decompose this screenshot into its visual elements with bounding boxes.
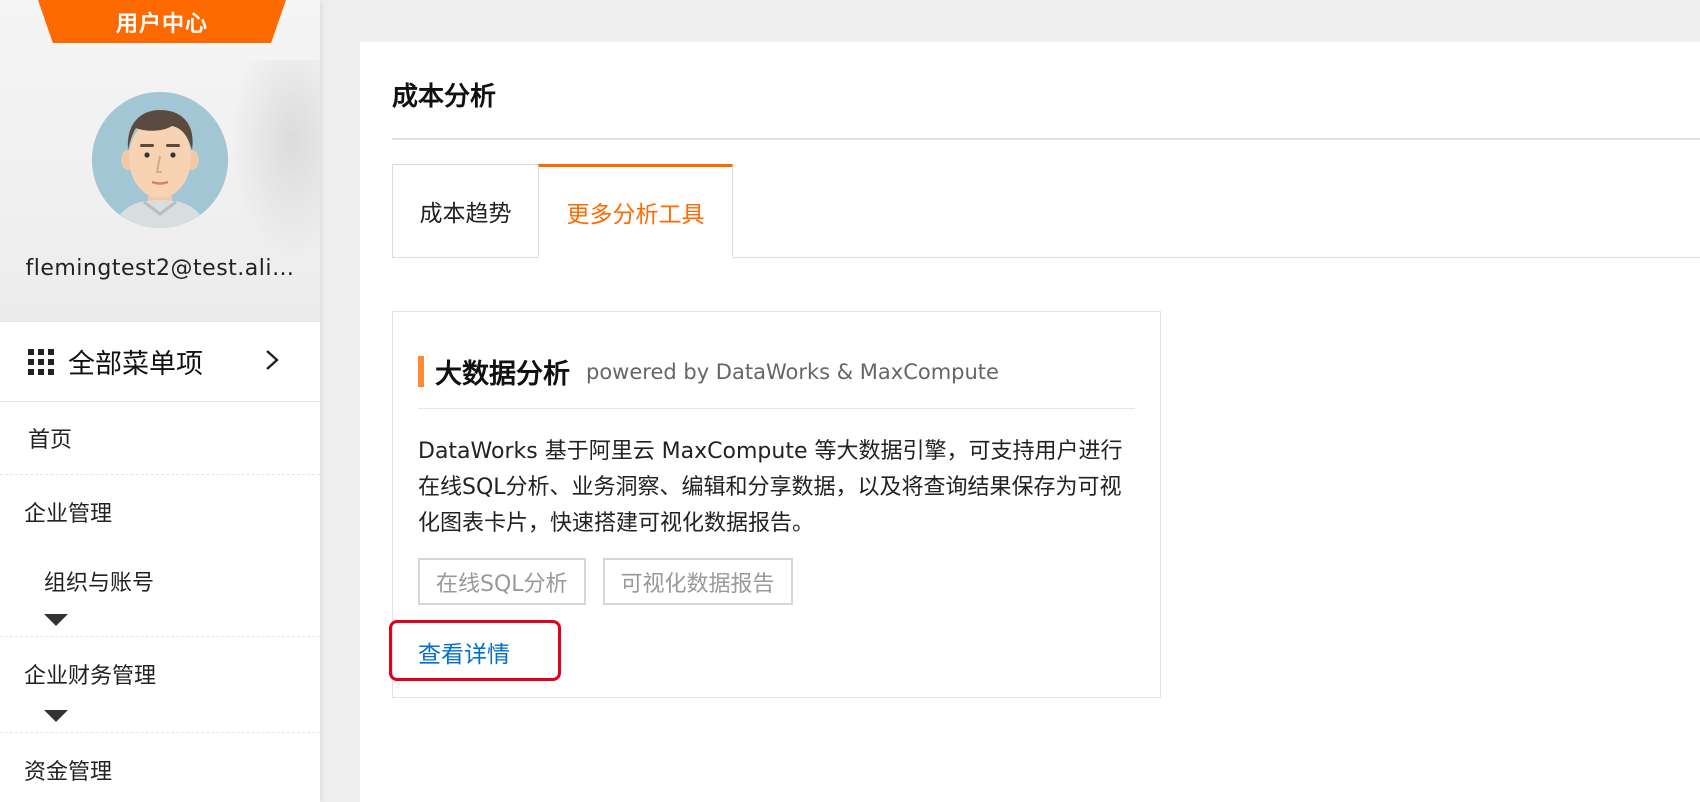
page-title: 成本分析	[392, 82, 497, 112]
user-email: flemingtest2@test.ali…	[25, 256, 295, 281]
all-menu-label: 全部菜单项	[68, 349, 203, 380]
card-title: 大数据分析	[435, 359, 570, 390]
sidebar-item-home[interactable]: 首页	[0, 402, 320, 475]
all-menu-toggle[interactable]: 全部菜单项	[0, 322, 320, 402]
app-root: 用户中心 flemingtest2@test.ali… 全部菜单项 首页 企业管…	[0, 0, 1700, 802]
user-profile: 用户中心 flemingtest2@test.ali…	[0, 0, 320, 322]
sidebar-item-org-accounts[interactable]: 组织与账号	[0, 548, 320, 614]
tab-more-analysis-tools[interactable]: 更多分析工具	[538, 164, 733, 258]
sidebar-item-funds-management[interactable]: 资金管理	[0, 733, 320, 802]
tab-cost-trend[interactable]: 成本趋势	[392, 164, 539, 258]
view-details-link[interactable]: 查看详情	[418, 635, 510, 669]
sidebar: 用户中心 flemingtest2@test.ali… 全部菜单项 首页 企业管…	[0, 0, 320, 802]
caret-down-icon[interactable]	[44, 710, 68, 722]
tab-bar: 成本趋势 更多分析工具	[392, 164, 1700, 259]
sidebar-group-enterprise: 企业管理 组织与账号	[0, 475, 320, 637]
avatar-illustration	[92, 92, 228, 228]
user-center-tab[interactable]: 用户中心	[38, 0, 286, 43]
main-panel: 成本分析 成本趋势 更多分析工具 大数据分析 powered by DataWo…	[360, 42, 1700, 802]
tag-visual-data-report[interactable]: 可视化数据报告	[602, 558, 793, 605]
card-header: 大数据分析 powered by DataWorks & MaxCompute	[418, 352, 999, 391]
card-description: DataWorks 基于阿里云 MaxCompute 等大数据引擎，可支持用户进…	[418, 439, 1123, 536]
big-data-analysis-card: 大数据分析 powered by DataWorks & MaxCompute …	[389, 311, 1161, 698]
avatar	[92, 92, 228, 228]
divider	[418, 408, 1135, 409]
chevron-right-icon[interactable]	[262, 350, 282, 370]
sidebar-item-enterprise-finance[interactable]: 企业财务管理	[0, 637, 320, 710]
sidebar-group-funds: 资金管理	[0, 733, 320, 802]
sidebar-group-finance: 企业财务管理	[0, 637, 320, 733]
card-accent-bar	[418, 356, 424, 387]
grid-icon	[28, 348, 54, 375]
divider	[392, 138, 1700, 140]
caret-down-icon[interactable]	[44, 614, 68, 626]
card-subtitle: powered by DataWorks & MaxCompute	[586, 359, 999, 384]
feature-tags: 在线SQL分析 可视化数据报告	[418, 558, 793, 605]
tag-online-sql-analysis[interactable]: 在线SQL分析	[418, 558, 586, 605]
sidebar-item-enterprise-management[interactable]: 企业管理	[0, 475, 320, 548]
